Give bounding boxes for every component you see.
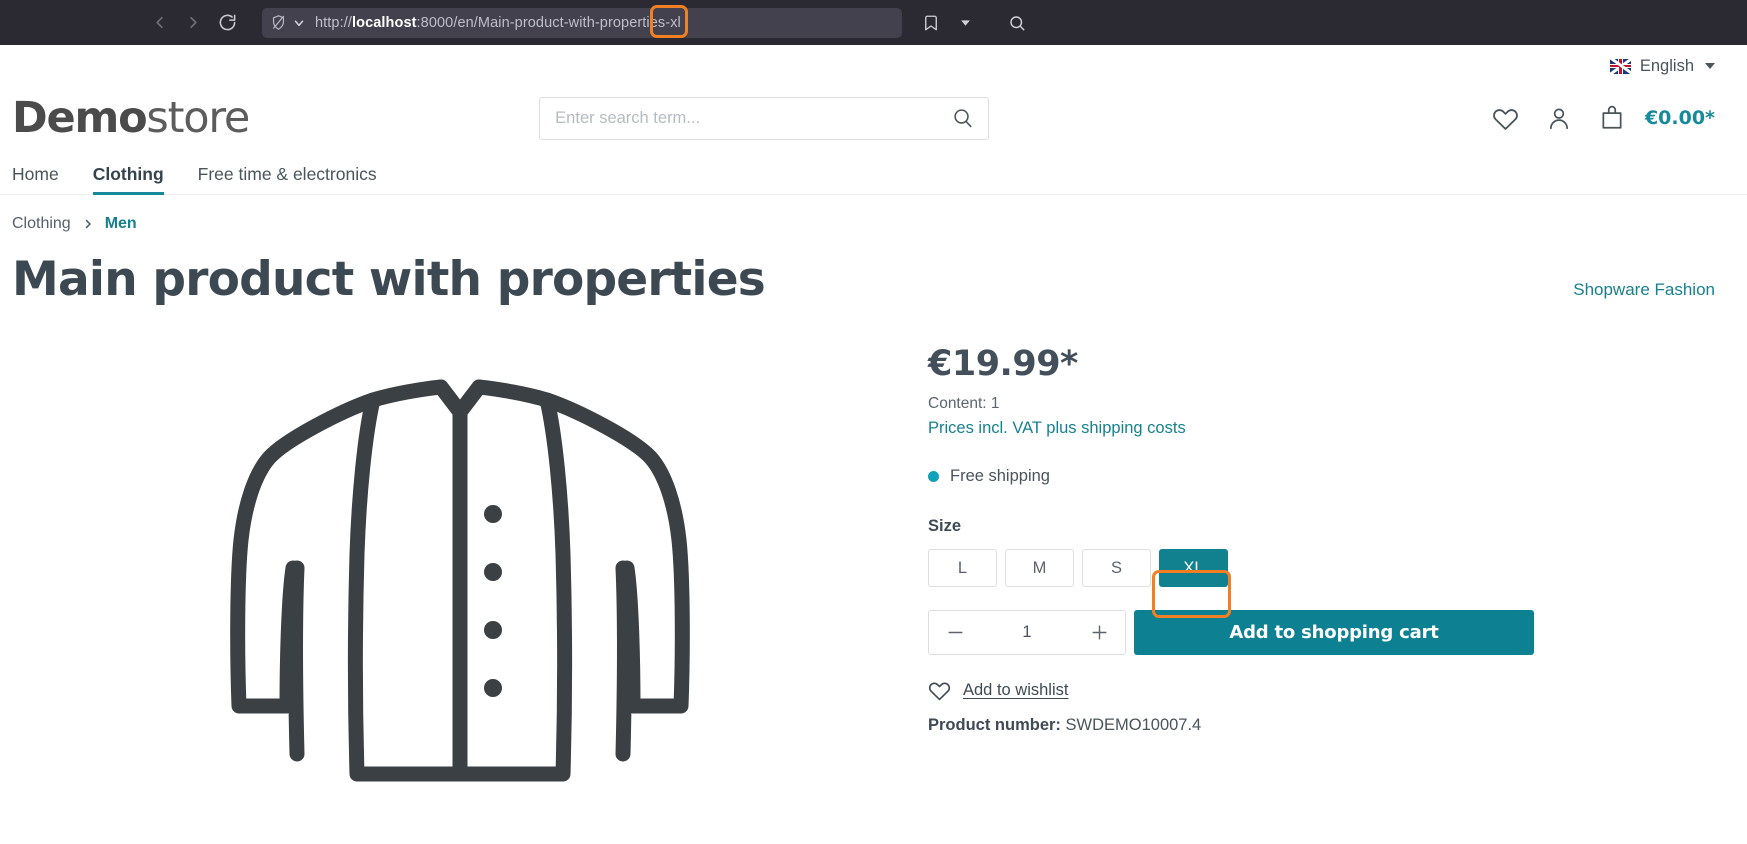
nav-item-clothing[interactable]: Clothing [92,164,164,195]
reload-icon [219,14,235,31]
product-price: €19.99* [928,344,1078,385]
purchase-controls: 1 Add to shopping cart [928,610,1707,656]
search-input[interactable] [539,96,990,140]
browser-forward-button[interactable] [176,6,210,40]
product-detail: €19.99* Content: 1 Prices incl. VAT plus… [0,304,1747,824]
bookmark-dropdown-button[interactable] [950,8,980,38]
jacket-illustration-icon [230,379,690,782]
size-button-s[interactable]: S [1082,549,1151,588]
breadcrumb-item-men[interactable]: Men [105,215,137,233]
product-buy-widget: €19.99* Content: 1 Prices incl. VAT plus… [920,344,1747,824]
language-switcher[interactable]: English [1609,56,1715,76]
quantity-decrease-button[interactable] [929,611,981,654]
browser-search-button[interactable] [1002,8,1032,38]
browser-toolbar-actions [916,8,1032,38]
browser-reload-button[interactable] [210,6,244,40]
product-number-value: SWDEMO10007.4 [1065,716,1202,735]
property-group-label-size: Size [928,517,962,536]
product-gallery[interactable] [0,344,920,824]
account-button[interactable] [1546,105,1572,131]
address-bar[interactable]: http://localhost:8000/en/Main-product-wi… [262,7,902,38]
shield-off-icon [270,14,287,31]
add-to-wishlist[interactable]: Add to wishlist [928,679,1707,702]
user-icon [1549,108,1568,130]
caret-down-icon [960,20,970,26]
url-scheme: http:// [315,14,352,31]
site-header: Demostore €0.00* [0,87,1747,149]
url-highlight-suffix: -xl [665,14,681,31]
page-title: Main product with properties [12,252,766,307]
chevron-right-icon [189,16,197,29]
language-label: English [1639,56,1694,75]
utility-bar: English [0,45,1747,87]
size-button-xl[interactable]: XL [1159,549,1228,588]
breadcrumb-item-clothing[interactable]: Clothing [12,215,71,233]
search-form [539,96,990,140]
browser-back-button[interactable] [142,6,176,40]
browser-toolbar: http://localhost:8000/en/Main-product-wi… [0,0,1747,45]
shopping-bag-icon [1602,105,1622,129]
product-number-label: Product number: [928,716,1061,735]
plus-icon [1091,625,1107,640]
quantity-stepper: 1 [928,610,1126,656]
union-jack-flag-icon [1609,58,1631,74]
chevron-right-icon [82,218,94,230]
cart-button[interactable] [1599,105,1625,131]
bookmark-button[interactable] [916,8,946,38]
minus-icon [947,632,963,634]
cart-total-amount[interactable]: €0.00* [1645,107,1715,129]
size-button-m[interactable]: M [1005,549,1074,588]
url-path: :8000/en/Main-product-with-properties [416,14,666,31]
status-dot-icon [928,471,939,483]
product-number: Product number: SWDEMO10007.4 [928,716,1707,735]
search-submit-button[interactable] [941,97,985,140]
site-permissions-chevron-icon[interactable] [292,16,306,30]
search-icon [954,109,972,128]
wishlist-button[interactable] [1492,105,1519,132]
quantity-value[interactable]: 1 [981,623,1073,642]
product-title-row: Main product with properties Shopware Fa… [0,233,1747,307]
size-option-group: L M S XL [928,549,1707,588]
breadcrumb: Clothing Men [0,195,1747,233]
chevron-left-icon [155,16,163,29]
caret-down-icon [1705,63,1715,69]
address-bar-url: http://localhost:8000/en/Main-product-wi… [315,15,681,31]
search-icon [1010,15,1025,30]
tax-shipping-note[interactable]: Prices incl. VAT plus shipping costs [928,419,1707,438]
site-logo[interactable]: Demostore [12,96,250,140]
heart-icon [928,682,951,701]
nav-item-free-time-electronics[interactable]: Free time & electronics [198,164,377,194]
main-navigation: Home Clothing Free time & electronics [0,149,1747,195]
url-host: localhost [351,14,417,31]
logo-bold-part: Demo [12,92,148,143]
size-button-l[interactable]: L [928,549,997,588]
delivery-status-label: Free shipping [950,467,1050,486]
quantity-increase-button[interactable] [1073,611,1125,654]
nav-item-home[interactable]: Home [12,164,59,194]
logo-light-part: store [146,92,250,143]
manufacturer-link[interactable]: Shopware Fashion [1573,280,1715,300]
header-actions: €0.00* [1492,105,1715,132]
add-to-wishlist-label: Add to wishlist [963,681,1069,700]
heart-icon [1493,108,1518,130]
delivery-status: Free shipping [928,467,1707,486]
product-content: Content: 1 [928,395,1000,413]
bookmark-icon [925,15,937,30]
add-to-cart-button[interactable]: Add to shopping cart [1134,610,1534,656]
